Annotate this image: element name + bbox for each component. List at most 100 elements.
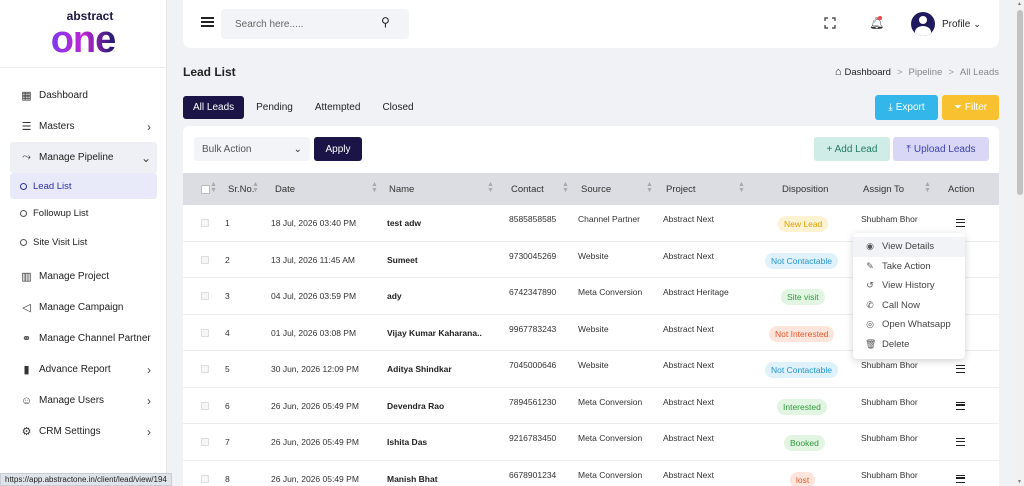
phone-icon: ✆	[866, 299, 874, 310]
row-action-menu-icon[interactable]	[956, 474, 965, 483]
cell-date: 13 Jul, 2026 11:45 AM	[271, 254, 355, 265]
select-all-checkbox[interactable]	[201, 185, 210, 194]
upload-leads-button[interactable]: ⤒ Upload Leads	[893, 137, 989, 161]
megaphone-icon: ◁	[22, 302, 31, 314]
sidebar-item-manage-users[interactable]: ☺ Manage Users ›	[0, 385, 167, 416]
column-header-source[interactable]: Source	[581, 184, 611, 195]
row-action-menu-icon[interactable]	[956, 365, 965, 373]
sidebar-subitem-lead-list[interactable]: Lead List	[10, 173, 157, 199]
row-checkbox[interactable]	[201, 365, 209, 373]
sort-icon[interactable]: ▲ ▼	[371, 181, 378, 194]
browser-status-url: https://app.abstractone.in/client/lead/v…	[0, 473, 172, 486]
tab-all-leads[interactable]: All Leads	[183, 96, 245, 119]
menu-item-call-now[interactable]: ✆ Call Now	[853, 296, 965, 316]
row-checkbox[interactable]	[201, 474, 209, 483]
sidebar-item-manage-project[interactable]: ▥ Manage Project	[0, 261, 167, 292]
cell-project: Abstract Next	[663, 250, 715, 261]
column-header-assign-to[interactable]: Assign To	[863, 184, 904, 195]
sort-icon[interactable]: ▲ ▼	[562, 181, 569, 194]
sidebar-subitem-site-visit-list[interactable]: Site Visit List	[0, 228, 167, 257]
row-checkbox[interactable]	[201, 401, 209, 410]
sidebar-item-masters[interactable]: ☰ Masters ›	[0, 111, 167, 142]
row-action-menu-icon[interactable]	[956, 438, 965, 446]
cell-project: Abstract Next	[663, 469, 715, 480]
row-checkbox[interactable]	[201, 255, 209, 264]
cell-assign-to: Shubham Bhor	[861, 360, 918, 370]
dashboard-icon: ▦	[21, 90, 32, 102]
column-header-contact[interactable]: Contact	[511, 184, 544, 195]
sidebar-item-label: Manage Channel Partner	[39, 333, 151, 344]
filter-button[interactable]: ⏷ Filter	[942, 95, 999, 120]
row-action-menu-icon[interactable]	[956, 401, 965, 410]
chevron-right-icon: ›	[147, 393, 151, 408]
menu-item-view-details[interactable]: ◉ View Details	[853, 237, 965, 257]
brand-logo[interactable]: abstract one	[0, 0, 166, 68]
sidebar-item-manage-channel-partner[interactable]: ⚭ Manage Channel Partner	[0, 323, 167, 354]
disposition-badge: lost	[790, 471, 816, 486]
row-checkbox[interactable]	[201, 292, 209, 300]
tab-closed[interactable]: Closed	[372, 96, 423, 119]
page-scrollbar[interactable]: ▲ ▼	[1016, 0, 1024, 486]
bulk-action-select[interactable]: Bulk Action ⌄	[194, 137, 310, 161]
disposition-badge: Interested	[777, 398, 827, 415]
sidebar-item-dashboard[interactable]: ▦ Dashboard	[0, 80, 167, 111]
notification-dot	[878, 16, 882, 20]
column-header-name[interactable]: Name	[389, 184, 414, 195]
sort-icon[interactable]: ▲ ▼	[646, 181, 653, 194]
cell-contact: 6678901234	[509, 469, 557, 480]
menu-item-open-whatsapp[interactable]: ◎ Open Whatsapp	[853, 315, 965, 335]
scroll-down-icon[interactable]: ▼	[1017, 479, 1022, 485]
sidebar-subitem-followup-list[interactable]: Followup List	[0, 199, 167, 228]
sort-icon[interactable]: ▲ ▼	[210, 181, 217, 194]
sidebar-item-manage-campaign[interactable]: ◁ Manage Campaign	[0, 292, 167, 323]
sort-icon[interactable]: ▲ ▼	[924, 181, 931, 194]
search-icon[interactable]: ⚲	[381, 15, 390, 29]
export-button[interactable]: ⤓ Export	[875, 95, 938, 120]
breadcrumb-parent[interactable]: Pipeline	[909, 67, 943, 78]
row-checkbox[interactable]	[201, 438, 209, 446]
cell-srno: 5	[225, 364, 230, 374]
cell-source: Meta Conversion	[578, 433, 643, 443]
sort-icon[interactable]: ▲ ▼	[738, 181, 745, 194]
building-icon: ▥	[21, 271, 32, 283]
avatar[interactable]	[911, 12, 935, 36]
scroll-up-icon[interactable]: ▲	[1017, 1, 1022, 7]
cell-source: Channel Partner	[578, 214, 640, 224]
tab-pending[interactable]: Pending	[246, 96, 303, 119]
fullscreen-icon[interactable]	[824, 17, 836, 29]
apply-button[interactable]: Apply	[314, 137, 362, 161]
sidebar-item-crm-settings[interactable]: ⚙ CRM Settings ›	[0, 416, 167, 447]
cell-srno: 1	[225, 218, 230, 228]
sidebar-item-label: Manage Pipeline	[39, 152, 114, 163]
row-checkbox[interactable]	[201, 328, 209, 337]
scrollbar-thumb[interactable]	[1017, 10, 1023, 195]
table-row[interactable]: 7 26 Jun, 2026 05:49 PM Ishita Das 92167834…	[183, 424, 999, 461]
cell-name: ady	[387, 291, 402, 301]
list-icon: ☰	[21, 121, 32, 133]
table-row[interactable]: 8 26 Jun, 2026 05:49 PM Manish Bhat 6678901…	[183, 461, 999, 486]
column-header-date[interactable]: Date	[275, 184, 295, 195]
column-header-project[interactable]: Project	[666, 184, 696, 195]
profile-menu[interactable]: Profile ⌄	[942, 19, 981, 30]
sort-icon[interactable]: ▲ ▼	[487, 181, 494, 194]
column-header-srno[interactable]: Sr.No.	[228, 184, 254, 195]
column-header-disposition[interactable]: Disposition	[782, 184, 828, 195]
cell-date: 26 Jun, 2026 05:49 PM	[271, 473, 359, 484]
menu-item-view-history[interactable]: ↺ View History	[853, 276, 965, 296]
table-row[interactable]: 6 26 Jun, 2026 05:49 PM Devendra Rao 789456…	[183, 388, 999, 424]
tab-attempted[interactable]: Attempted	[305, 96, 371, 119]
sidebar-item-advance-report[interactable]: ▮ Advance Report ›	[0, 354, 167, 385]
add-lead-button[interactable]: + Add Lead	[814, 137, 890, 161]
users-icon: ☺	[20, 394, 33, 407]
breadcrumb-home[interactable]: ⌂ Dashboard	[835, 66, 891, 78]
menu-item-take-action[interactable]: ✎ Take Action	[853, 257, 965, 277]
menu-item-delete[interactable]: 🗑︎ Delete	[853, 335, 965, 355]
sidebar-item-manage-pipeline[interactable]: ⤳ Manage Pipeline ⌄	[10, 142, 157, 173]
hamburger-menu-icon[interactable]	[201, 17, 214, 27]
row-action-menu-icon[interactable]	[956, 219, 965, 227]
sidebar: abstract one ▦ Dashboard ☰ Masters › ⤳ M…	[0, 0, 167, 486]
handshake-icon: ⚭	[21, 333, 32, 345]
sort-icon[interactable]: ▲ ▼	[252, 181, 259, 194]
row-checkbox[interactable]	[201, 219, 209, 227]
cell-project: Abstract Next	[663, 214, 715, 224]
